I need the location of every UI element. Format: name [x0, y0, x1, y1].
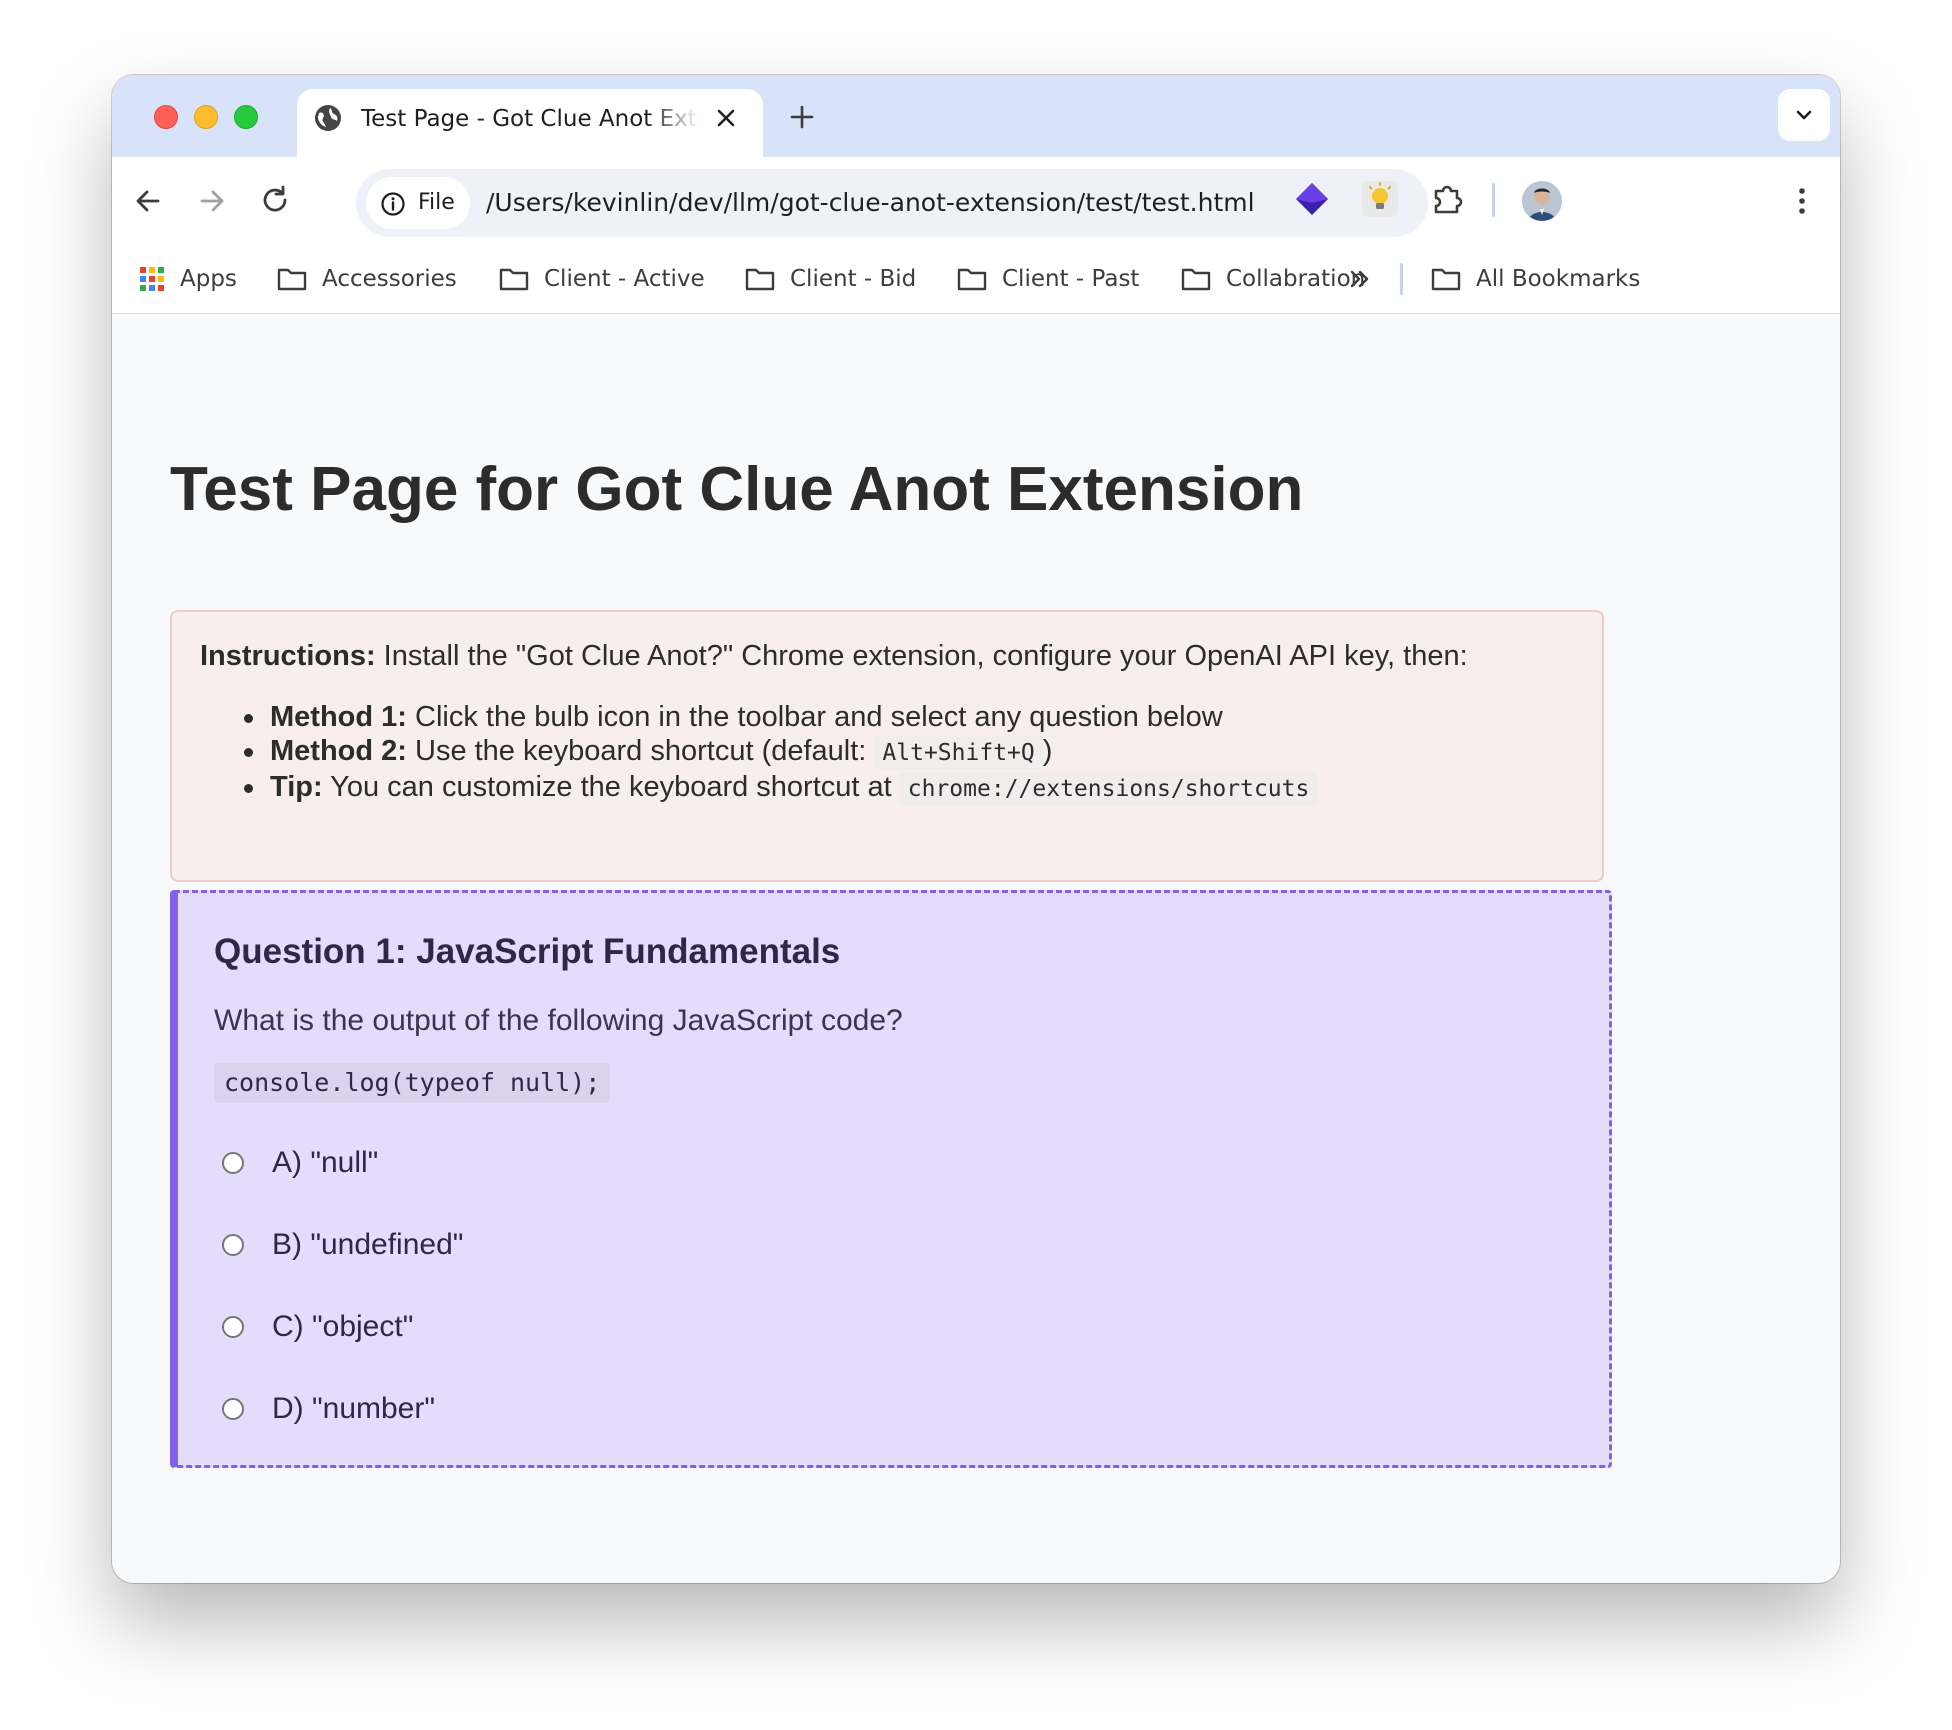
all-bookmarks[interactable]: All Bookmarks — [1430, 261, 1640, 297]
site-info-chip[interactable]: File — [366, 177, 470, 229]
instructions-lead-bold: Instructions: — [200, 640, 376, 672]
tab-search-button[interactable] — [1778, 89, 1830, 141]
close-icon[interactable] — [711, 103, 741, 133]
site-info-label: File — [418, 190, 455, 215]
close-window-button[interactable] — [154, 105, 178, 129]
kebab-menu-icon[interactable] — [1782, 181, 1822, 221]
tab-strip: Test Page - Got Clue Anot Extension — [112, 75, 1840, 157]
item-bold: Method 2: — [270, 735, 407, 767]
option-label: B) "undefined" — [272, 1228, 464, 1261]
bookmark-folder[interactable]: Client - Active — [498, 261, 705, 297]
instructions-item-method-1: Method 1: Click the bulb icon in the too… — [244, 700, 1317, 734]
profile-photo — [1522, 181, 1562, 221]
radio-button[interactable] — [222, 1316, 244, 1338]
toolbar-separator — [1492, 183, 1495, 217]
item-text: Click the bulb icon in the toolbar and s… — [406, 701, 1223, 733]
question-code: console.log(typeof null); — [214, 1063, 611, 1103]
bookmark-apps[interactable]: Apps — [138, 261, 237, 297]
bookmarks-separator — [1400, 263, 1403, 295]
question-title: Question 1: JavaScript Fundamentals — [214, 932, 841, 971]
back-arrow-icon[interactable] — [128, 181, 168, 221]
option-d[interactable]: D) "number" — [222, 1389, 435, 1429]
instructions-list: Method 1: Click the bulb icon in the too… — [244, 700, 1318, 806]
diamond-extension-icon[interactable] — [1290, 177, 1334, 221]
bookmark-label: Accessories — [322, 266, 457, 292]
option-label: A) "null" — [272, 1146, 379, 1179]
bookmark-folder[interactable]: Collabration — [1180, 261, 1365, 297]
browser-window: Test Page - Got Clue Anot Extension — [112, 75, 1840, 1583]
radio-button[interactable] — [222, 1398, 244, 1420]
option-b[interactable]: B) "undefined" — [222, 1225, 463, 1265]
folder-icon — [1181, 268, 1211, 291]
info-icon — [381, 192, 405, 216]
item-text: You can customize the keyboard shortcut … — [322, 771, 900, 803]
address-bar[interactable]: File /Users/kevinlin/dev/llm/got-clue-an… — [356, 169, 1428, 237]
tab-title: Test Page - Got Clue Anot Extension — [361, 106, 699, 132]
item-bold: Method 1: — [270, 701, 407, 733]
bookmark-folder[interactable]: Client - Bid — [744, 261, 916, 297]
puzzle-extensions-icon[interactable] — [1426, 177, 1470, 221]
bookmark-label: Client - Active — [544, 266, 705, 292]
tab-active[interactable]: Test Page - Got Clue Anot Extension — [297, 89, 763, 157]
option-c[interactable]: C) "object" — [222, 1307, 413, 1347]
minimize-window-button[interactable] — [194, 105, 218, 129]
instructions-box: Instructions: Install the "Got Clue Anot… — [170, 610, 1604, 882]
bulb-extension-icon[interactable] — [1358, 177, 1402, 221]
bookmarks-bar: Apps Accessories Client - Active Client … — [112, 245, 1840, 314]
bookmark-folder[interactable]: Client - Past — [956, 261, 1139, 297]
folder-icon — [745, 268, 775, 291]
globe-icon — [315, 105, 341, 131]
apps-grid-icon — [140, 267, 164, 291]
item-text: Use the keyboard shortcut (default: — [406, 735, 875, 767]
instructions-item-method-2: Method 2: Use the keyboard shortcut (def… — [244, 734, 1317, 770]
all-bookmarks-label: All Bookmarks — [1476, 266, 1641, 292]
bookmark-folder[interactable]: Accessories — [276, 261, 457, 297]
shortcuts-url-code: chrome://extensions/shortcuts — [899, 772, 1318, 806]
folder-icon — [499, 268, 529, 291]
reload-icon[interactable] — [256, 181, 296, 221]
option-a[interactable]: A) "null" — [222, 1143, 378, 1183]
instructions-item-tip: Tip: You can customize the keyboard shor… — [244, 770, 1318, 806]
shortcut-code: Alt+Shift+Q — [874, 736, 1043, 770]
instructions-lead-text: Install the "Got Clue Anot?" Chrome exte… — [375, 640, 1468, 672]
chevron-down-icon — [1796, 110, 1812, 120]
instructions-lead: Instructions: Install the "Got Clue Anot… — [200, 638, 1468, 674]
item-bold: Tip: — [270, 771, 323, 803]
bookmark-apps-label: Apps — [180, 266, 237, 292]
forward-arrow-icon[interactable] — [192, 181, 232, 221]
avatar[interactable] — [1522, 181, 1562, 221]
radio-button[interactable] — [222, 1152, 244, 1174]
question-card[interactable]: Question 1: JavaScript Fundamentals What… — [170, 890, 1612, 1468]
folder-icon — [957, 268, 987, 291]
item-text-after: ) — [1042, 735, 1053, 767]
folder-icon — [1431, 268, 1461, 291]
radio-button[interactable] — [222, 1234, 244, 1256]
folder-icon — [277, 268, 307, 291]
bookmark-label: Client - Past — [1002, 266, 1140, 292]
option-label: D) "number" — [272, 1392, 436, 1425]
plus-icon[interactable] — [786, 101, 818, 133]
url-text[interactable]: /Users/kevinlin/dev/llm/got-clue-anot-ex… — [486, 187, 1255, 219]
toolbar: File /Users/kevinlin/dev/llm/got-clue-an… — [112, 157, 1840, 245]
double-chevron-right-icon[interactable] — [1344, 263, 1376, 295]
option-label: C) "object" — [272, 1310, 414, 1343]
page-title: Test Page for Got Clue Anot Extension — [170, 455, 1304, 524]
question-text: What is the output of the following Java… — [214, 1004, 903, 1037]
page-content: Test Page for Got Clue Anot Extension In… — [112, 314, 1840, 1583]
bookmark-label: Client - Bid — [790, 266, 917, 292]
zoom-window-button[interactable] — [234, 105, 258, 129]
